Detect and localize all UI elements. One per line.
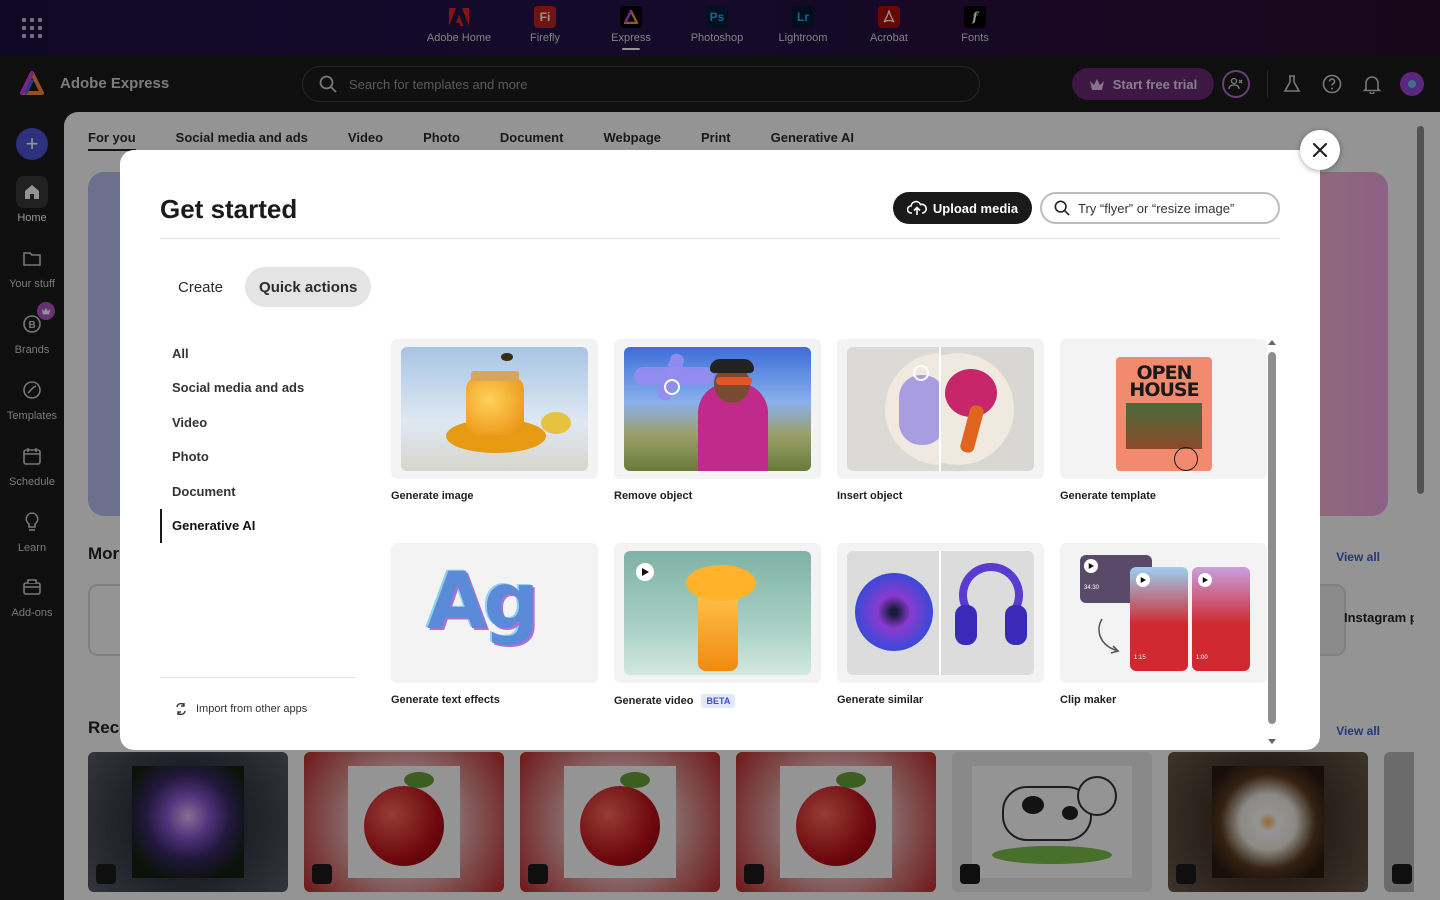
header-divider: [160, 238, 1280, 239]
cyclist-image: [624, 347, 811, 471]
quick-action-generate-template[interactable]: OPEN HOUSE Generate template: [1060, 339, 1267, 502]
category-generative-ai[interactable]: Generative AI: [160, 508, 356, 543]
upload-label: Upload media: [932, 200, 1019, 216]
play-icon: [636, 563, 654, 581]
import-icon: [176, 702, 186, 716]
scroll-down-arrow-icon[interactable]: [1267, 738, 1277, 746]
beta-badge: BETA: [701, 694, 736, 708]
quick-action-clip-maker[interactable]: 34:30 1:15 1:00 Clip maker: [1060, 543, 1267, 706]
dialog-scrollbar[interactable]: [1267, 338, 1277, 748]
category-video[interactable]: Video: [160, 405, 356, 440]
card-label: Generate similar: [837, 694, 924, 706]
card-label: Generate image: [391, 490, 474, 502]
honey-jar-image: [401, 347, 588, 471]
category-divider: [160, 677, 356, 678]
clip-maker-image: 34:30 1:15 1:00: [1070, 551, 1257, 675]
search-placeholder: Try “flyer” or “resize image”: [1078, 200, 1235, 216]
ag-text-effect: Ag: [427, 557, 539, 647]
upload-media-button[interactable]: Upload media: [893, 192, 1032, 224]
play-icon: [1198, 573, 1212, 587]
category-document[interactable]: Document: [160, 474, 356, 509]
tab-quick-actions[interactable]: Quick actions: [245, 267, 372, 307]
dialog-title: Get started: [160, 194, 298, 224]
clip-duration: 1:00: [1196, 655, 1208, 661]
clip-duration: 1:15: [1134, 655, 1146, 661]
headphones-image: [847, 551, 1034, 675]
quick-action-generate-text-effects[interactable]: Ag Generate text effects: [391, 543, 598, 706]
search-icon: [1054, 200, 1070, 216]
card-label: Generate video: [614, 695, 694, 707]
clip-duration: 34:30: [1084, 585, 1100, 591]
curved-arrow-icon: [1098, 618, 1120, 654]
card-label: Generate template: [1060, 490, 1156, 502]
import-from-other-apps-link[interactable]: Import from other apps: [174, 702, 307, 716]
scroll-up-arrow-icon[interactable]: [1267, 338, 1277, 346]
quick-action-insert-object[interactable]: Insert object: [837, 339, 1044, 502]
category-list: All Social media and ads Video Photo Doc…: [160, 336, 356, 543]
tab-create[interactable]: Create: [164, 267, 237, 307]
quick-action-generate-image[interactable]: Generate image: [391, 339, 598, 502]
plate-image: [847, 347, 1034, 471]
play-icon: [1136, 573, 1150, 587]
cloud-upload-icon: [906, 200, 927, 215]
import-label: Import from other apps: [196, 703, 308, 715]
play-icon: [1084, 559, 1098, 573]
category-all[interactable]: All: [160, 336, 356, 371]
quick-action-generate-video[interactable]: Generate video BETA: [614, 543, 821, 708]
poster-text: OPEN HOUSE: [1129, 362, 1199, 401]
card-label: Remove object: [614, 490, 693, 502]
quick-action-search-input[interactable]: Try “flyer” or “resize image”: [1040, 192, 1280, 224]
open-house-poster-image: OPEN HOUSE: [1070, 347, 1257, 471]
close-dialog-button[interactable]: [1300, 130, 1340, 170]
card-label: Insert object: [837, 490, 903, 502]
close-icon: [1313, 143, 1327, 157]
category-social-media[interactable]: Social media and ads: [160, 371, 356, 406]
get-started-dialog: Get started Upload media Try “flyer” or …: [120, 150, 1320, 750]
card-label: Clip maker: [1060, 694, 1117, 706]
dialog-tabs: Create Quick actions: [164, 267, 372, 307]
category-photo[interactable]: Photo: [160, 440, 356, 475]
text-effect-image: Ag: [401, 551, 588, 675]
quick-action-generate-similar[interactable]: Generate similar: [837, 543, 1044, 706]
card-label: Generate text effects: [391, 694, 500, 706]
quick-action-remove-object[interactable]: Remove object: [614, 339, 821, 502]
orange-juice-image: [624, 551, 811, 675]
